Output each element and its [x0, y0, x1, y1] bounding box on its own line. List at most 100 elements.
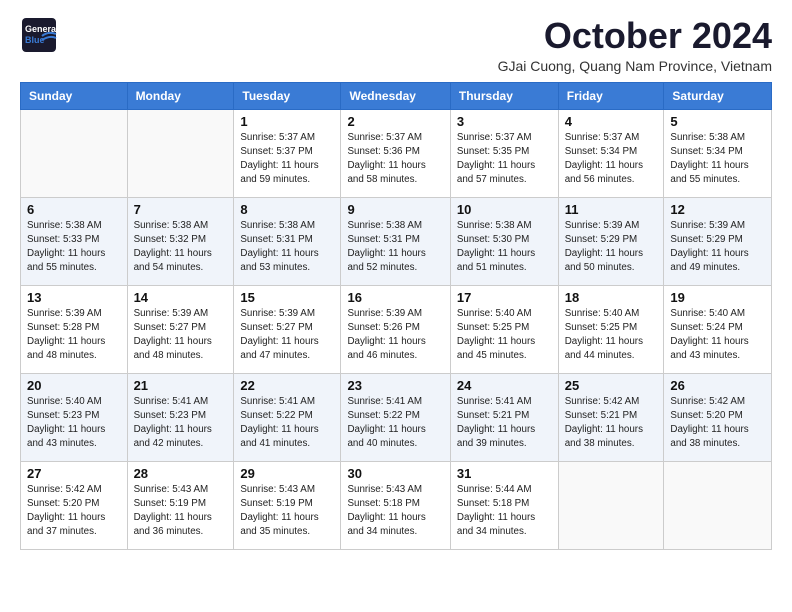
calendar-header-wednesday: Wednesday — [341, 82, 450, 109]
day-number: 1 — [240, 114, 334, 129]
calendar-cell: 12Sunrise: 5:39 AM Sunset: 5:29 PM Dayli… — [664, 197, 772, 285]
calendar-cell — [21, 109, 128, 197]
calendar-cell: 3 Sunrise: 5:37 AM Sunset: 5:35 PM Daylig… — [450, 109, 558, 197]
calendar-cell: 2 Sunrise: 5:37 AM Sunset: 5:36 PM Daylig… — [341, 109, 450, 197]
calendar-table: SundayMondayTuesdayWednesdayThursdayFrid… — [20, 82, 772, 550]
day-number: 20 — [27, 378, 121, 393]
day-number: 4 — [565, 114, 658, 129]
day-info: Sunrise: 5:39 AM Sunset: 5:29 PM Dayligh… — [565, 219, 658, 276]
day-number: 16 — [347, 290, 443, 305]
day-info: Sunrise: 5:38 AM Sunset: 5:33 PM Dayligh… — [27, 219, 121, 276]
day-number: 25 — [565, 378, 658, 393]
day-number: 13 — [27, 290, 121, 305]
day-info: Sunrise: 5:38 AM Sunset: 5:34 PM Dayligh… — [670, 131, 765, 188]
day-number: 28 — [134, 466, 228, 481]
calendar-cell: 4 Sunrise: 5:37 AM Sunset: 5:34 PM Daylig… — [558, 109, 664, 197]
day-number: 3 — [457, 114, 552, 129]
title-section: October 2024 GJai Cuong, Quang Nam Provi… — [498, 16, 772, 74]
calendar-cell: 24Sunrise: 5:41 AM Sunset: 5:21 PM Dayli… — [450, 373, 558, 461]
day-number: 17 — [457, 290, 552, 305]
calendar-cell — [664, 461, 772, 549]
day-number: 31 — [457, 466, 552, 481]
day-info: Sunrise: 5:37 AM Sunset: 5:37 PM Dayligh… — [240, 131, 334, 188]
day-number: 29 — [240, 466, 334, 481]
month-title: October 2024 — [498, 16, 772, 56]
calendar-week-row-4: 20 Sunrise: 5:40 AM Sunset: 5:23 PM Dayli… — [21, 373, 772, 461]
calendar-week-row-5: 27 Sunrise: 5:42 AM Sunset: 5:20 PM Dayli… — [21, 461, 772, 549]
day-number: 11 — [565, 202, 658, 217]
calendar-cell: 5Sunrise: 5:38 AM Sunset: 5:34 PM Daylig… — [664, 109, 772, 197]
day-info: Sunrise: 5:39 AM Sunset: 5:26 PM Dayligh… — [347, 307, 443, 364]
logo: General Blue — [20, 16, 58, 54]
day-number: 24 — [457, 378, 552, 393]
day-info: Sunrise: 5:43 AM Sunset: 5:19 PM Dayligh… — [240, 483, 334, 540]
calendar-cell: 25Sunrise: 5:42 AM Sunset: 5:21 PM Dayli… — [558, 373, 664, 461]
calendar-cell: 28 Sunrise: 5:43 AM Sunset: 5:19 PM Dayli… — [127, 461, 234, 549]
calendar-cell: 27 Sunrise: 5:42 AM Sunset: 5:20 PM Dayli… — [21, 461, 128, 549]
calendar-cell: 8 Sunrise: 5:38 AM Sunset: 5:31 PM Daylig… — [234, 197, 341, 285]
calendar-week-row-2: 6 Sunrise: 5:38 AM Sunset: 5:33 PM Daylig… — [21, 197, 772, 285]
day-info: Sunrise: 5:38 AM Sunset: 5:30 PM Dayligh… — [457, 219, 552, 276]
calendar-header-thursday: Thursday — [450, 82, 558, 109]
day-number: 22 — [240, 378, 334, 393]
calendar-header-saturday: Saturday — [664, 82, 772, 109]
day-number: 12 — [670, 202, 765, 217]
day-info: Sunrise: 5:42 AM Sunset: 5:20 PM Dayligh… — [670, 395, 765, 452]
calendar-header-friday: Friday — [558, 82, 664, 109]
calendar-cell: 11 Sunrise: 5:39 AM Sunset: 5:29 PM Dayli… — [558, 197, 664, 285]
calendar-cell: 31Sunrise: 5:44 AM Sunset: 5:18 PM Dayli… — [450, 461, 558, 549]
calendar-cell: 6 Sunrise: 5:38 AM Sunset: 5:33 PM Daylig… — [21, 197, 128, 285]
day-number: 30 — [347, 466, 443, 481]
day-number: 2 — [347, 114, 443, 129]
calendar-header-monday: Monday — [127, 82, 234, 109]
day-info: Sunrise: 5:42 AM Sunset: 5:20 PM Dayligh… — [27, 483, 121, 540]
day-number: 9 — [347, 202, 443, 217]
day-number: 15 — [240, 290, 334, 305]
day-info: Sunrise: 5:43 AM Sunset: 5:19 PM Dayligh… — [134, 483, 228, 540]
calendar-header-row: SundayMondayTuesdayWednesdayThursdayFrid… — [21, 82, 772, 109]
day-info: Sunrise: 5:41 AM Sunset: 5:23 PM Dayligh… — [134, 395, 228, 452]
calendar-cell: 29 Sunrise: 5:43 AM Sunset: 5:19 PM Dayli… — [234, 461, 341, 549]
day-number: 27 — [27, 466, 121, 481]
calendar-cell: 1 Sunrise: 5:37 AM Sunset: 5:37 PM Daylig… — [234, 109, 341, 197]
day-number: 6 — [27, 202, 121, 217]
calendar-cell: 21 Sunrise: 5:41 AM Sunset: 5:23 PM Dayli… — [127, 373, 234, 461]
calendar-week-row-3: 13Sunrise: 5:39 AM Sunset: 5:28 PM Dayli… — [21, 285, 772, 373]
day-number: 7 — [134, 202, 228, 217]
day-info: Sunrise: 5:40 AM Sunset: 5:25 PM Dayligh… — [565, 307, 658, 364]
day-info: Sunrise: 5:39 AM Sunset: 5:27 PM Dayligh… — [240, 307, 334, 364]
day-info: Sunrise: 5:37 AM Sunset: 5:36 PM Dayligh… — [347, 131, 443, 188]
day-number: 10 — [457, 202, 552, 217]
calendar-cell: 18Sunrise: 5:40 AM Sunset: 5:25 PM Dayli… — [558, 285, 664, 373]
logo-icon: General Blue — [20, 16, 58, 54]
calendar-cell: 7Sunrise: 5:38 AM Sunset: 5:32 PM Daylig… — [127, 197, 234, 285]
calendar-cell: 9Sunrise: 5:38 AM Sunset: 5:31 PM Daylig… — [341, 197, 450, 285]
day-info: Sunrise: 5:41 AM Sunset: 5:22 PM Dayligh… — [240, 395, 334, 452]
calendar-cell: 22 Sunrise: 5:41 AM Sunset: 5:22 PM Dayli… — [234, 373, 341, 461]
day-info: Sunrise: 5:40 AM Sunset: 5:24 PM Dayligh… — [670, 307, 765, 364]
day-info: Sunrise: 5:38 AM Sunset: 5:31 PM Dayligh… — [240, 219, 334, 276]
header: General Blue October 2024 GJai Cuong, Qu… — [20, 16, 772, 74]
calendar-week-row-1: 1 Sunrise: 5:37 AM Sunset: 5:37 PM Daylig… — [21, 109, 772, 197]
calendar-cell: 17 Sunrise: 5:40 AM Sunset: 5:25 PM Dayli… — [450, 285, 558, 373]
calendar-cell: 10 Sunrise: 5:38 AM Sunset: 5:30 PM Dayli… — [450, 197, 558, 285]
day-number: 8 — [240, 202, 334, 217]
day-info: Sunrise: 5:40 AM Sunset: 5:25 PM Dayligh… — [457, 307, 552, 364]
calendar-cell: 15 Sunrise: 5:39 AM Sunset: 5:27 PM Dayli… — [234, 285, 341, 373]
location-subtitle: GJai Cuong, Quang Nam Province, Vietnam — [498, 58, 772, 74]
day-number: 14 — [134, 290, 228, 305]
svg-text:Blue: Blue — [25, 35, 45, 45]
day-info: Sunrise: 5:37 AM Sunset: 5:34 PM Dayligh… — [565, 131, 658, 188]
calendar-cell: 13Sunrise: 5:39 AM Sunset: 5:28 PM Dayli… — [21, 285, 128, 373]
calendar-header-sunday: Sunday — [21, 82, 128, 109]
calendar-cell — [127, 109, 234, 197]
calendar-cell — [558, 461, 664, 549]
calendar-cell: 26Sunrise: 5:42 AM Sunset: 5:20 PM Dayli… — [664, 373, 772, 461]
calendar-cell: 19Sunrise: 5:40 AM Sunset: 5:24 PM Dayli… — [664, 285, 772, 373]
day-info: Sunrise: 5:40 AM Sunset: 5:23 PM Dayligh… — [27, 395, 121, 452]
calendar-header-tuesday: Tuesday — [234, 82, 341, 109]
day-number: 23 — [347, 378, 443, 393]
day-info: Sunrise: 5:37 AM Sunset: 5:35 PM Dayligh… — [457, 131, 552, 188]
day-info: Sunrise: 5:41 AM Sunset: 5:22 PM Dayligh… — [347, 395, 443, 452]
day-number: 21 — [134, 378, 228, 393]
